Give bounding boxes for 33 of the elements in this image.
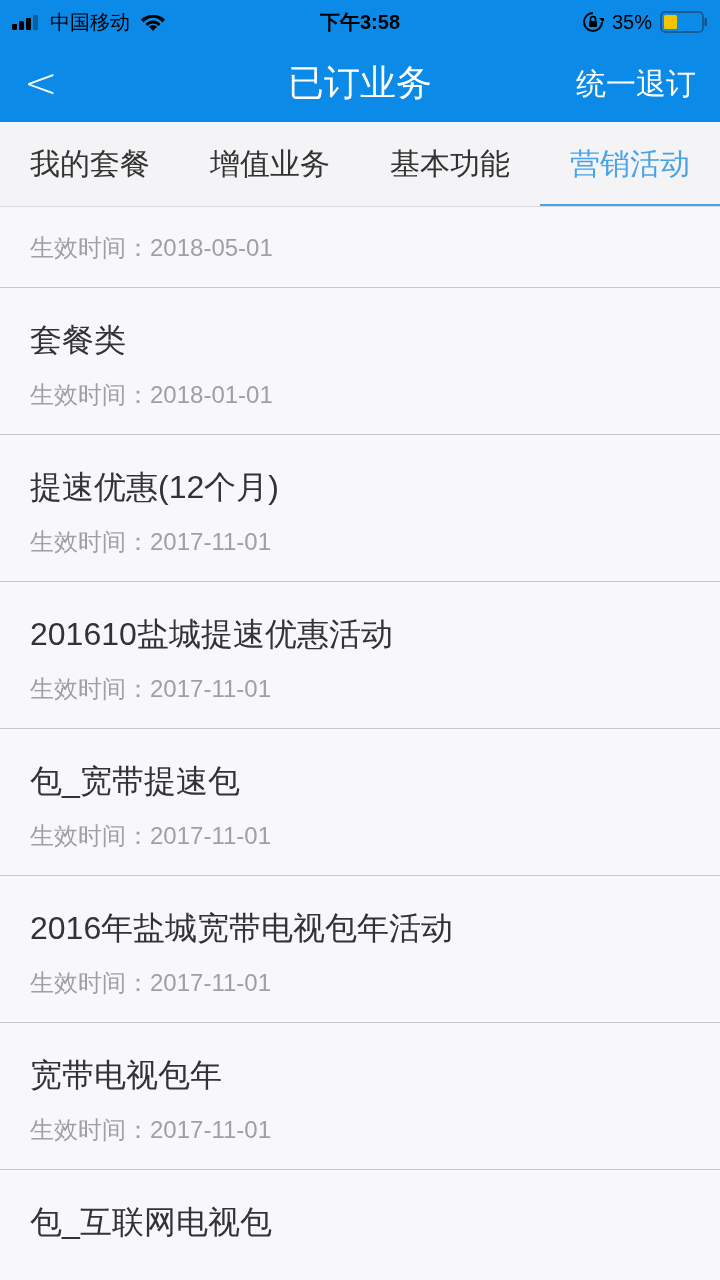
tab[interactable]: 基本功能 (360, 122, 540, 206)
list-item[interactable]: 201610盐城提速优惠活动 生效时间：2017-11-01 (0, 582, 720, 729)
carrier-name: 中国移动 (50, 10, 130, 35)
effective-date: 生效时间：2017-11-01 (30, 821, 272, 851)
battery-icon (660, 11, 708, 33)
effective-date: 生效时间：2018-01-01 (30, 380, 274, 410)
back-button[interactable]: < (24, 63, 64, 103)
list-item[interactable]: 包_互联网电视包 (0, 1170, 720, 1280)
item-name: 2016年盐城宽带电视包年活动 (30, 909, 455, 948)
battery-percent: 35% (611, 10, 652, 35)
page-title: 已订业务 (288, 61, 432, 105)
unsubscribe-all-button[interactable]: 统一退订 (576, 60, 696, 106)
item-name: 包_互联网电视包 (30, 1203, 273, 1242)
list-item[interactable]: 提速优惠(12个月) 生效时间：2017-11-01 (0, 435, 720, 582)
list-item[interactable]: 包_宽带提速包 生效时间：2017-11-01 (0, 729, 720, 876)
tab[interactable]: 我的套餐 (0, 122, 180, 206)
item-name: 201610盐城提速优惠活动 (30, 615, 394, 654)
item-name: 包_宽带提速包 (30, 762, 241, 801)
list-item[interactable]: 2016年盐城宽带电视包年活动 生效时间：2017-11-01 (0, 876, 720, 1023)
rotation-lock-icon (581, 11, 604, 33)
wifi-icon (140, 12, 166, 32)
item-name: 宽带电视包年 (30, 1056, 223, 1095)
list-item[interactable]: 宽带电视包年 生效时间：2017-11-01 (0, 1023, 720, 1170)
effective-date: 生效时间：2017-11-01 (30, 527, 272, 557)
item-name: 套餐类 (30, 321, 127, 360)
effective-date: 生效时间：2018-05-01 (30, 233, 274, 263)
effective-date: 生效时间：2017-11-01 (30, 674, 272, 704)
effective-date: 生效时间：2017-11-01 (30, 968, 272, 998)
effective-date: 生效时间：2017-11-01 (30, 1115, 272, 1145)
tab[interactable]: 增值业务 (180, 122, 360, 206)
item-name: 提速优惠(12个月) (30, 468, 280, 507)
status-time: 下午3:58 (320, 10, 400, 35)
list-item[interactable]: 套餐类 生效时间：2018-01-01 (0, 288, 720, 435)
